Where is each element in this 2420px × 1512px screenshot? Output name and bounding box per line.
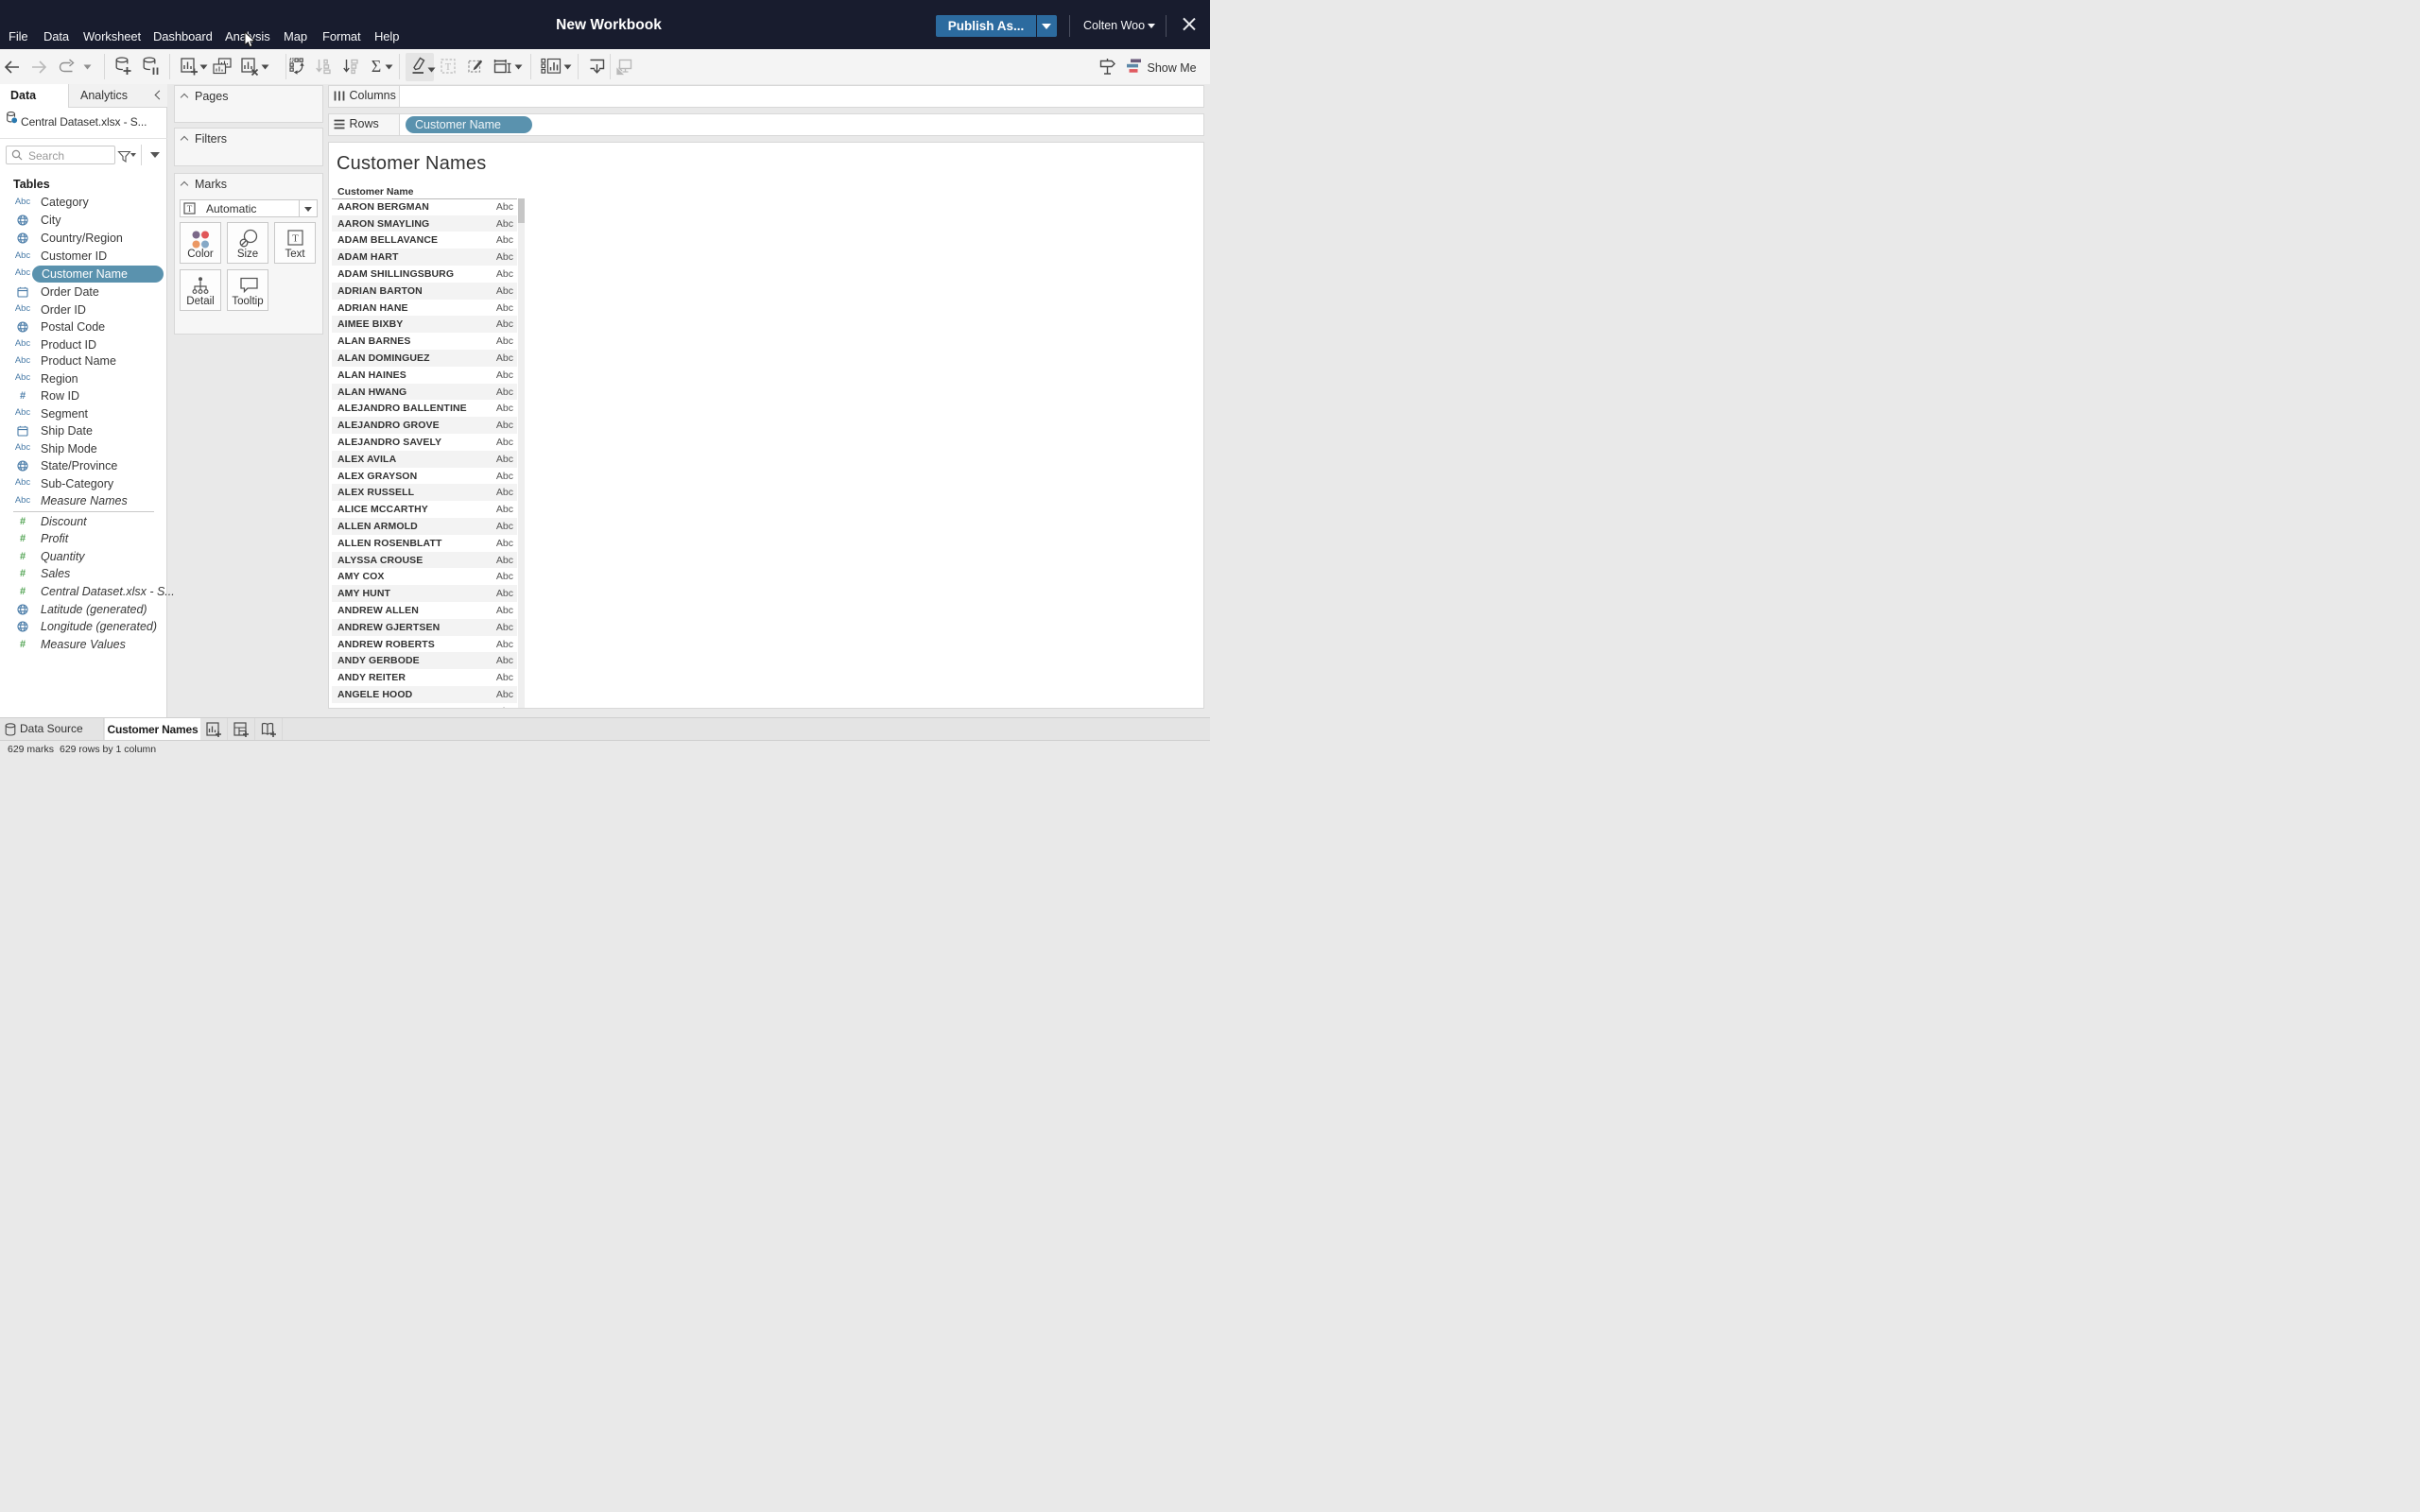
svg-text:Σ: Σ bbox=[372, 57, 381, 76]
svg-text:T: T bbox=[292, 233, 299, 245]
svg-text:T: T bbox=[187, 204, 193, 214]
svg-text:T: T bbox=[445, 62, 452, 73]
